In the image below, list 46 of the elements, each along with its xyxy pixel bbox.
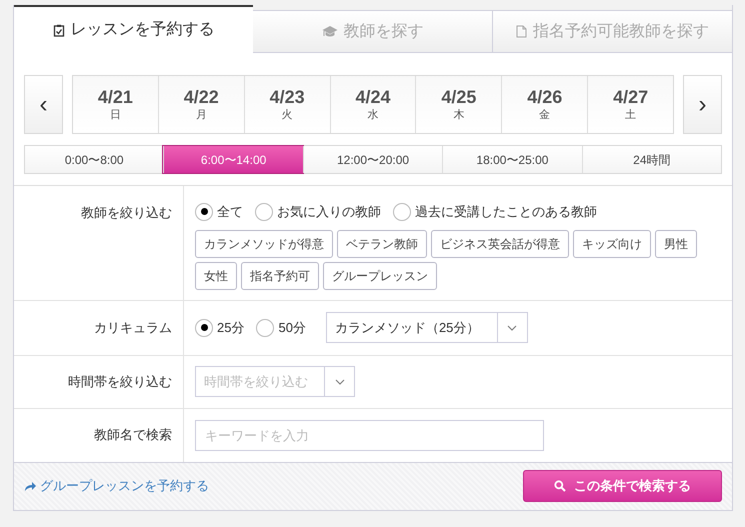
chevron-down-icon	[334, 378, 344, 384]
group-lesson-link[interactable]: グループレッスンを予約する	[24, 476, 209, 496]
next-week-button[interactable]: ›	[683, 75, 722, 134]
field-label: カリキュラム	[94, 318, 172, 337]
radio-label: 過去に受講したことのある教師	[415, 203, 597, 221]
clipboard-icon	[52, 24, 64, 36]
filter-tag[interactable]: グループレッスン	[323, 262, 437, 290]
document-icon	[516, 25, 527, 38]
keyword-field[interactable]: キーワードを入力	[195, 420, 544, 450]
radio-label: 全て	[217, 203, 243, 221]
curriculum-select[interactable]: カランメソッド（25分）	[326, 312, 528, 343]
search-button[interactable]: この条件で検索する	[523, 470, 722, 502]
filter-tag[interactable]: ベテラン教師	[337, 230, 427, 258]
filter-tag[interactable]: ビジネス英会話が得意	[431, 230, 569, 258]
field-label: 教師名で検索	[94, 426, 172, 444]
field-label: 教師を絞り込む	[81, 204, 172, 222]
radio-button[interactable]	[393, 202, 411, 221]
date-button[interactable]: 4/24 水	[330, 76, 416, 133]
search-icon	[554, 480, 566, 492]
graduation-cap-icon	[322, 25, 338, 38]
time-slot-tab[interactable]: 24時間	[582, 146, 722, 173]
date-button[interactable]: 4/22 月	[158, 76, 244, 133]
time-slot-tab[interactable]: 6:00〜14:00	[163, 146, 303, 173]
radio-button[interactable]	[195, 318, 213, 336]
radio-button[interactable]	[195, 202, 213, 221]
date-button[interactable]: 4/26 金	[501, 76, 588, 133]
date-button[interactable]: 4/25 木	[415, 76, 502, 133]
share-arrow-icon	[24, 480, 36, 492]
previous-week-button[interactable]: ‹	[24, 75, 63, 134]
chevron-down-icon	[507, 324, 518, 330]
radio-label: 25分	[217, 318, 244, 337]
filter-tag[interactable]: 男性	[655, 230, 697, 258]
filter-tag[interactable]: カランメソッドが得意	[195, 230, 333, 258]
tab[interactable]: レッスンを予約する	[14, 5, 253, 53]
date-button[interactable]: 4/23 火	[244, 76, 330, 133]
time-slot-tab[interactable]: 12:00〜20:00	[302, 146, 442, 173]
date-button[interactable]: 4/27 土	[587, 76, 674, 133]
radio-button[interactable]	[255, 202, 273, 221]
field-label: 時間帯を絞り込む	[68, 372, 172, 391]
radio-label: お気に入りの教師	[277, 203, 381, 221]
radio-label: 50分	[278, 318, 306, 337]
filter-tag[interactable]: 女性	[195, 262, 237, 290]
filter-tag[interactable]: 指名予約可	[241, 262, 319, 290]
filter-tag[interactable]: キッズ向け	[573, 230, 651, 258]
time-slot-tab[interactable]: 18:00〜25:00	[442, 146, 582, 173]
radio-button[interactable]	[256, 318, 274, 336]
